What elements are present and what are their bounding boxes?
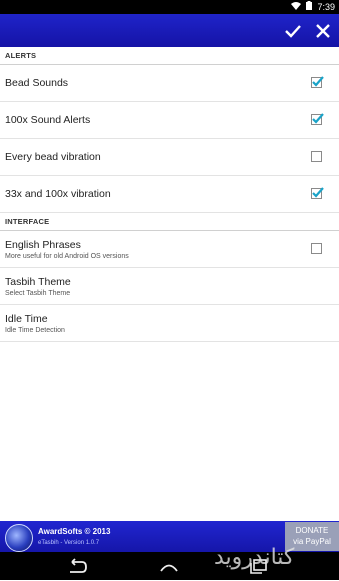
back-button[interactable] <box>64 556 88 576</box>
checkbox-33x-100x-vibration[interactable] <box>311 187 324 199</box>
action-bar <box>0 14 339 47</box>
donate-label: DONATE <box>295 526 329 535</box>
home-button[interactable] <box>157 556 181 576</box>
pref-label: Idle Time <box>5 313 48 325</box>
checkbox-every-bead-vibration[interactable] <box>311 151 322 162</box>
footer-version: eTasbih - Version 1.0.7 <box>38 540 100 546</box>
pref-summary: Select Tasbih Theme <box>5 290 71 297</box>
close-icon <box>311 24 335 47</box>
pref-label: English Phrases <box>5 239 81 251</box>
check-icon <box>281 25 305 47</box>
pref-summary: More useful for old Android OS versions <box>5 253 129 260</box>
status-bar: 7:39 <box>0 0 339 14</box>
close-button[interactable] <box>311 19 335 43</box>
status-icons: 7:39 <box>291 1 335 12</box>
checkbox-english-phrases[interactable] <box>311 243 322 254</box>
checkbox-bead-sounds[interactable] <box>311 76 324 88</box>
pref-tasbih-theme[interactable]: Tasbih Theme Select Tasbih Theme <box>0 268 339 305</box>
pref-english-phrases[interactable]: English Phrases More useful for old Andr… <box>0 231 339 268</box>
pref-summary: Idle Time Detection <box>5 327 65 334</box>
confirm-button[interactable] <box>281 19 305 43</box>
pref-every-bead-vibration[interactable]: Every bead vibration <box>0 139 339 176</box>
pref-idle-time[interactable]: Idle Time Idle Time Detection <box>0 305 339 342</box>
section-header-interface: INTERFACE <box>0 213 339 231</box>
pref-label: Bead Sounds <box>5 77 69 89</box>
pref-100x-sound-alerts[interactable]: 100x Sound Alerts <box>0 102 339 139</box>
section-header-alerts: ALERTS <box>0 47 339 65</box>
wifi-icon <box>291 1 302 12</box>
pref-label: Tasbih Theme <box>5 276 71 288</box>
footer-brand: AwardSofts © 2013 <box>38 527 111 536</box>
pref-label: 100x Sound Alerts <box>5 114 91 126</box>
status-time: 7:39 <box>317 1 335 12</box>
watermark: کتاندروید <box>214 545 295 570</box>
pref-label: 33x and 100x vibration <box>5 188 111 200</box>
pref-label: Every bead vibration <box>5 151 101 163</box>
pref-33x-100x-vibration[interactable]: 33x and 100x vibration <box>0 176 339 213</box>
pref-bead-sounds[interactable]: Bead Sounds <box>0 65 339 102</box>
battery-icon <box>306 1 313 12</box>
home-icon <box>157 563 181 580</box>
app-logo <box>5 524 33 552</box>
settings-list: ALERTS Bead Sounds 100x Sound Alerts Eve… <box>0 47 339 342</box>
back-icon <box>64 558 88 580</box>
checkbox-100x-sound-alerts[interactable] <box>311 113 324 125</box>
